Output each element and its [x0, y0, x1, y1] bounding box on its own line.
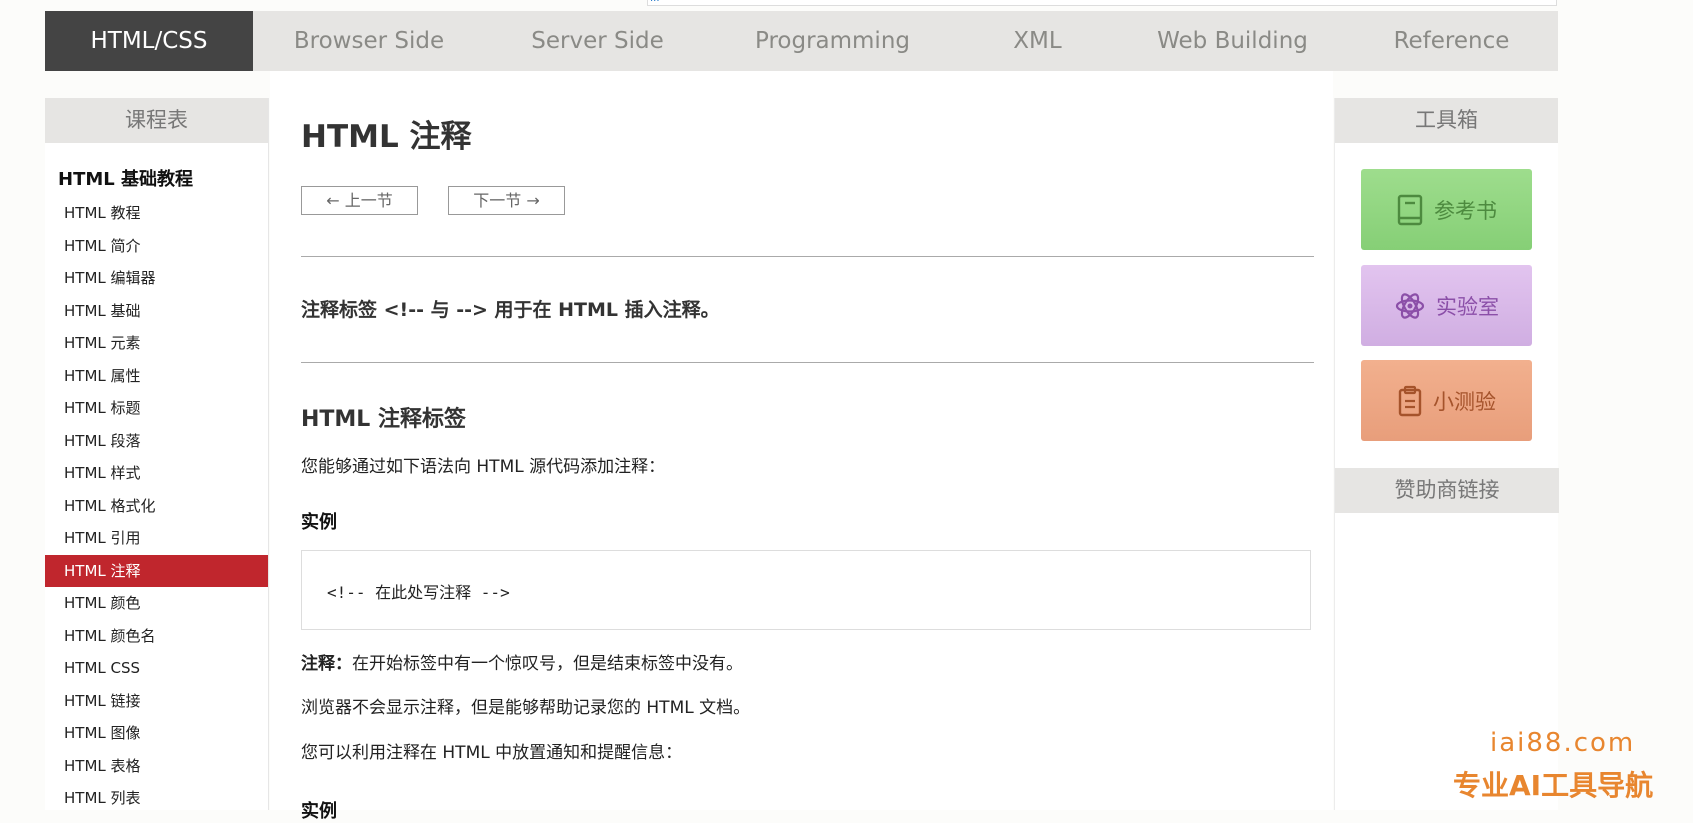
sidebar-item-colors[interactable]: HTML 颜色 — [45, 587, 268, 620]
nav-tab-xml[interactable]: XML — [955, 11, 1120, 71]
book-icon — [1397, 194, 1423, 225]
atom-icon — [1395, 292, 1425, 319]
prev-section-button[interactable]: ← 上一节 — [301, 186, 418, 215]
next-section-button[interactable]: 下一节 → — [448, 186, 565, 215]
example-label-2: 实例 — [301, 801, 337, 822]
sidebar-item-links[interactable]: HTML 链接 — [45, 685, 268, 718]
reference-book-button[interactable]: 参考书 — [1361, 169, 1532, 250]
example-label: 实例 — [301, 512, 337, 533]
left-sidebar: 课程表 HTML 基础教程 HTML 教程 HTML 简介 HTML 编辑器 H… — [45, 98, 269, 810]
nav-tab-browser-side[interactable]: Browser Side — [253, 11, 485, 71]
sidebar-item-quotations[interactable]: HTML 引用 — [45, 522, 268, 555]
lab-button[interactable]: 实验室 — [1361, 265, 1532, 346]
prev-section-label: 上一节 — [344, 191, 393, 210]
top-fragment-text: ... — [650, 0, 660, 4]
sidebar-item-editor[interactable]: HTML 编辑器 — [45, 262, 268, 295]
note-text: 在开始标签中有一个惊叹号，但是结束标签中没有。 — [352, 654, 743, 674]
lab-label: 实验室 — [1436, 294, 1499, 319]
top-navbar: HTML/CSS Browser Side Server Side Progra… — [45, 11, 1558, 71]
watermark-domain: iai88.com — [1490, 728, 1636, 758]
code-example-box: <!-- 在此处写注释 --> — [301, 550, 1311, 630]
sidebar-item-lists[interactable]: HTML 列表 — [45, 782, 268, 810]
section-text: 您能够通过如下语法向 HTML 源代码添加注释： — [301, 457, 666, 477]
nav-tab-server-side[interactable]: Server Side — [485, 11, 710, 71]
nav-tab-html-css[interactable]: HTML/CSS — [45, 11, 253, 71]
arrow-left-icon: ← — [326, 191, 345, 210]
code-example: <!-- 在此处写注释 --> — [327, 583, 510, 602]
sponsor-links-title: 赞助商链接 — [1335, 468, 1559, 513]
sidebar-item-css[interactable]: HTML CSS — [45, 652, 268, 685]
sidebar-item-basic[interactable]: HTML 基础 — [45, 295, 268, 328]
paragraph-2: 浏览器不会显示注释，但是能够帮助记录您的 HTML 文档。 — [301, 698, 751, 718]
sidebar-item-elements[interactable]: HTML 元素 — [45, 327, 268, 360]
intro-text: 注释标签 <!-- 与 --> 用于在 HTML 插入注释。 — [301, 299, 720, 321]
right-sidebar: 工具箱 参考书 实验室 小测验 赞助商链接 — [1334, 98, 1559, 810]
clipboard-icon — [1398, 385, 1422, 416]
divider — [301, 256, 1314, 257]
divider — [301, 362, 1314, 363]
page-title: HTML 注释 — [301, 119, 472, 155]
sidebar-item-paragraphs[interactable]: HTML 段落 — [45, 425, 268, 458]
sidebar-item-styles[interactable]: HTML 样式 — [45, 457, 268, 490]
sidebar-group-title: HTML 基础教程 — [58, 169, 193, 190]
nav-tab-web-building[interactable]: Web Building — [1120, 11, 1345, 71]
arrow-right-icon: → — [521, 191, 540, 210]
sidebar-item-intro[interactable]: HTML 简介 — [45, 230, 268, 263]
sidebar-item-formatting[interactable]: HTML 格式化 — [45, 490, 268, 523]
note-paragraph: 注释：在开始标签中有一个惊叹号，但是结束标签中没有。 — [301, 649, 743, 674]
quiz-button[interactable]: 小测验 — [1361, 360, 1532, 441]
main-content: HTML 注释 ← 上一节 下一节 → 注释标签 <!-- 与 --> 用于在 … — [270, 71, 1333, 822]
watermark-slogan: 专业AI工具导航 — [1453, 769, 1654, 802]
paragraph-3: 您可以利用注释在 HTML 中放置通知和提醒信息： — [301, 743, 683, 763]
nav-tab-reference[interactable]: Reference — [1345, 11, 1558, 71]
sidebar-item-attributes[interactable]: HTML 属性 — [45, 360, 268, 393]
sidebar-item-images[interactable]: HTML 图像 — [45, 717, 268, 750]
sidebar-item-comments[interactable]: HTML 注释 — [45, 554, 268, 587]
note-label: 注释： — [301, 654, 352, 674]
next-section-label: 下一节 — [473, 191, 522, 210]
sidebar-item-tables[interactable]: HTML 表格 — [45, 750, 268, 783]
top-frame-fragment: ... — [647, 0, 1557, 6]
sidebar-item-color-names[interactable]: HTML 颜色名 — [45, 620, 268, 653]
reference-book-label: 参考书 — [1434, 198, 1497, 223]
nav-tab-programming[interactable]: Programming — [710, 11, 955, 71]
toolbox-title: 工具箱 — [1335, 98, 1558, 143]
quiz-label: 小测验 — [1433, 389, 1496, 414]
sidebar-item-headings[interactable]: HTML 标题 — [45, 392, 268, 425]
sidebar-title: 课程表 — [45, 98, 268, 143]
sidebar-item-tutorial[interactable]: HTML 教程 — [45, 197, 268, 230]
section-title: HTML 注释标签 — [301, 407, 466, 432]
